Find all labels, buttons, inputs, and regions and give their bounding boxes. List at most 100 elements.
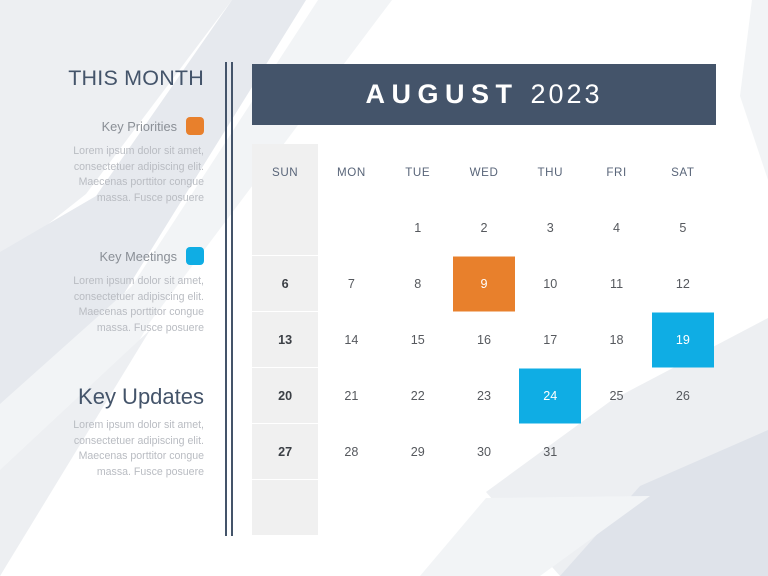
calendar-day-9[interactable]: 9	[451, 256, 517, 311]
weekday-header-sat: SAT	[671, 165, 695, 179]
bg-shape-top-strip	[232, 0, 768, 52]
calendar-day-5[interactable]: 5	[650, 200, 716, 255]
calendar-day-20[interactable]: 20	[252, 368, 319, 423]
calendar-month-label: AUGUST	[365, 79, 519, 109]
day-number: 9	[480, 276, 488, 291]
key-priorities-description: Lorem ipsum dolor sit amet, consectetuer…	[73, 145, 204, 204]
sidebar: THIS MONTH Key Priorities Lorem ipsum do…	[0, 0, 218, 576]
day-number: 28	[344, 444, 359, 459]
day-number: 22	[410, 388, 425, 403]
calendar-year-label: 2023	[530, 79, 603, 109]
calendar-day-27[interactable]: 27	[252, 424, 319, 479]
calendar: AUGUST 2023 SUN MON TUE WED THU FRI SAT 123456…	[252, 64, 716, 536]
calendar-weekday-header: SUN MON TUE WED THU FRI SAT	[252, 144, 716, 200]
day-number: 6	[281, 276, 289, 291]
day-number: 5	[679, 220, 687, 235]
key-updates-description: Lorem ipsum dolor sit amet, consectetuer…	[73, 419, 204, 478]
day-number: 14	[344, 332, 359, 347]
calendar-day-14[interactable]: 14	[318, 312, 384, 367]
calendar-day-empty	[252, 200, 319, 255]
orange-swatch-icon	[186, 117, 204, 135]
weekday-header-fri: FRI	[606, 165, 627, 179]
weekday-header-thu: THU	[537, 165, 564, 179]
calendar-day-11[interactable]: 11	[583, 256, 649, 311]
calendar-day-12[interactable]: 12	[650, 256, 716, 311]
legend-label-key-meetings: Key Meetings	[99, 248, 177, 264]
weekday-header-sun: SUN	[252, 144, 319, 200]
day-number: 18	[609, 332, 624, 347]
calendar-day-7[interactable]: 7	[318, 256, 384, 311]
legend-item-key-priorities[interactable]: Key Priorities	[102, 117, 204, 135]
calendar-day-8[interactable]: 8	[385, 256, 451, 311]
calendar-day-23[interactable]: 23	[451, 368, 517, 423]
day-number: 24	[543, 388, 558, 403]
calendar-day-28[interactable]: 28	[318, 424, 384, 479]
calendar-day-24[interactable]: 24	[517, 368, 583, 423]
key-meetings-description: Lorem ipsum dolor sit amet, consectetuer…	[73, 275, 204, 334]
day-number: 4	[613, 220, 621, 235]
calendar-day-2[interactable]: 2	[451, 200, 517, 255]
calendar-day-6[interactable]: 6	[252, 256, 319, 311]
calendar-week-row: 1 2 3 4 5	[252, 200, 716, 255]
calendar-day-17[interactable]: 17	[517, 312, 583, 367]
calendar-day-empty	[650, 424, 716, 479]
calendar-header: AUGUST 2023	[252, 64, 716, 125]
day-number: 3	[546, 220, 554, 235]
calendar-day-empty	[583, 424, 649, 479]
calendar-day-empty	[583, 480, 649, 535]
calendar-day-4[interactable]: 4	[583, 200, 649, 255]
calendar-day-empty	[385, 480, 451, 535]
blue-swatch-icon	[186, 247, 204, 265]
calendar-grid: 1 2 3 4 5 6 7 8 9 10 11 12 13 14 15 16 17 18 19 20 21 22 23 24 2…	[252, 200, 716, 535]
day-number: 15	[410, 332, 425, 347]
calendar-day-25[interactable]: 25	[583, 368, 649, 423]
calendar-day-13[interactable]: 13	[252, 312, 319, 367]
calendar-day-empty	[517, 480, 583, 535]
day-number: 8	[414, 276, 422, 291]
calendar-day-29[interactable]: 29	[385, 424, 451, 479]
vertical-divider	[225, 62, 233, 536]
calendar-day-26[interactable]: 26	[650, 368, 716, 423]
slide-canvas: THIS MONTH Key Priorities Lorem ipsum do…	[0, 0, 768, 576]
day-number: 21	[344, 388, 359, 403]
calendar-day-empty	[252, 480, 319, 535]
calendar-day-30[interactable]: 30	[451, 424, 517, 479]
divider-line-1	[225, 62, 227, 536]
day-number: 7	[347, 276, 355, 291]
calendar-week-row: 27 28 29 30 31	[252, 424, 716, 479]
calendar-day-10[interactable]: 10	[517, 256, 583, 311]
calendar-day-22[interactable]: 22	[385, 368, 451, 423]
day-number: 13	[278, 332, 293, 347]
calendar-day-19[interactable]: 19	[650, 312, 716, 367]
day-number: 20	[278, 388, 293, 403]
day-number: 2	[480, 220, 488, 235]
calendar-day-16[interactable]: 16	[451, 312, 517, 367]
divider-line-2	[231, 62, 233, 536]
day-number: 1	[414, 220, 422, 235]
day-number: 25	[609, 388, 624, 403]
calendar-day-18[interactable]: 18	[583, 312, 649, 367]
calendar-day-21[interactable]: 21	[318, 368, 384, 423]
calendar-day-empty	[318, 200, 384, 255]
calendar-week-row: 20 21 22 23 24 25 26	[252, 368, 716, 423]
day-number: 10	[543, 276, 558, 291]
day-number: 23	[476, 388, 491, 403]
calendar-week-row: 6 7 8 9 10 11 12	[252, 256, 716, 311]
calendar-day-empty	[318, 480, 384, 535]
legend-item-key-meetings[interactable]: Key Meetings	[99, 247, 204, 265]
day-number: 16	[476, 332, 491, 347]
day-number: 19	[675, 332, 690, 347]
calendar-day-31[interactable]: 31	[517, 424, 583, 479]
calendar-day-1[interactable]: 1	[385, 200, 451, 255]
calendar-week-row	[252, 480, 716, 535]
day-number: 11	[610, 276, 624, 291]
page-title: THIS MONTH	[68, 66, 204, 90]
weekday-header-mon: MON	[336, 165, 366, 179]
day-number: 27	[278, 444, 293, 459]
calendar-week-row: 13 14 15 16 17 18 19	[252, 312, 716, 367]
calendar-day-3[interactable]: 3	[517, 200, 583, 255]
day-number: 17	[543, 332, 558, 347]
calendar-day-empty	[451, 480, 517, 535]
calendar-day-15[interactable]: 15	[385, 312, 451, 367]
day-number: 12	[675, 276, 690, 291]
